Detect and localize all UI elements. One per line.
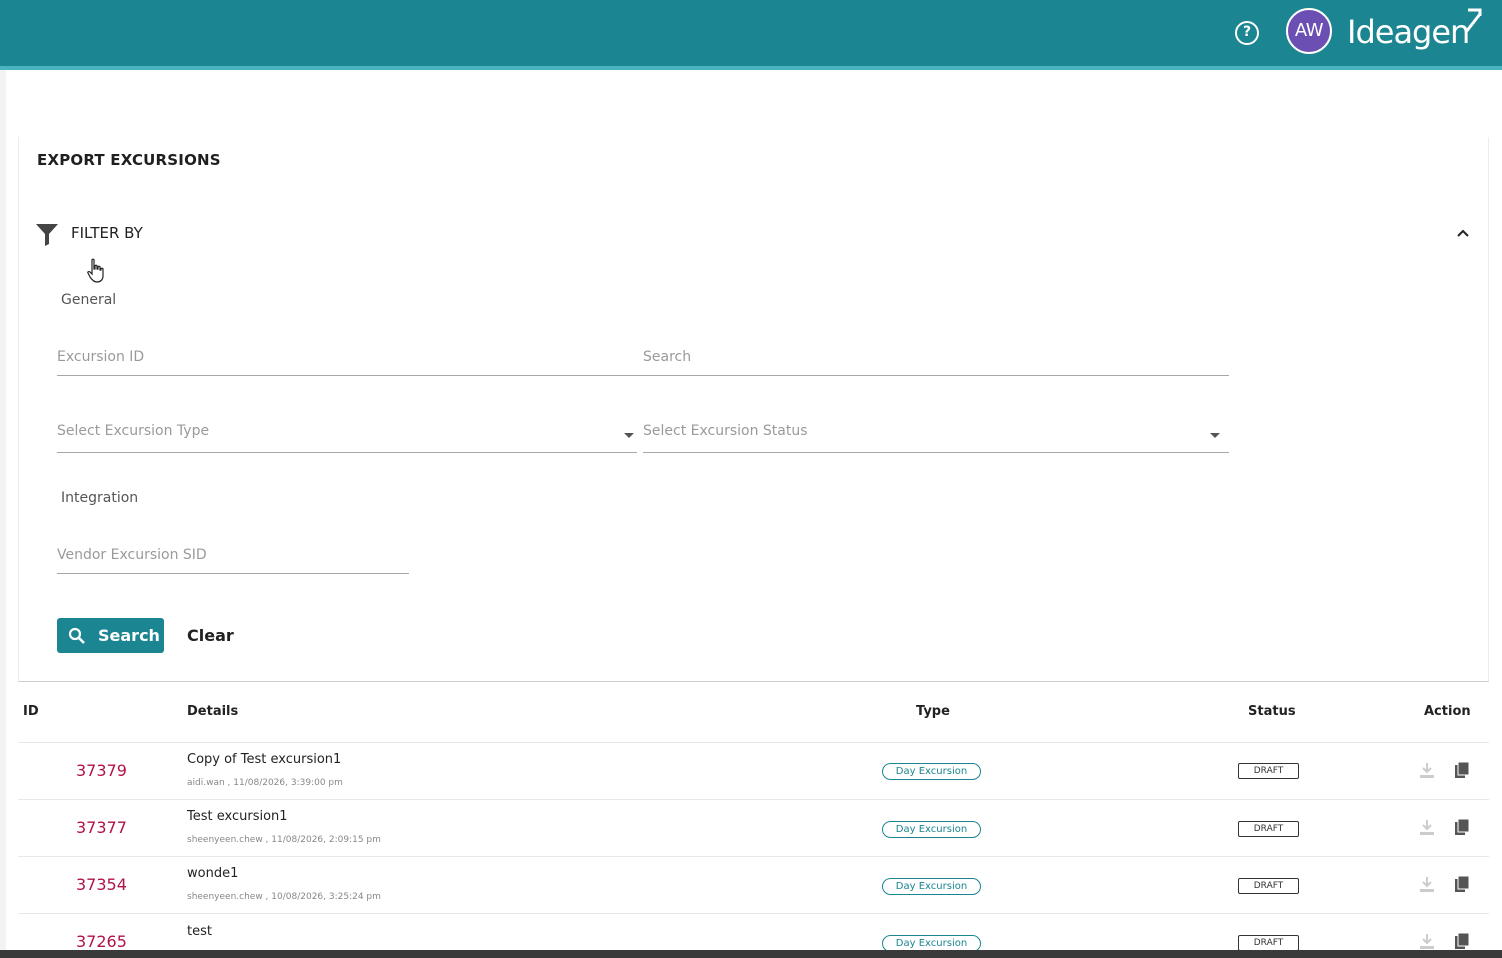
download-icon[interactable]: [1418, 818, 1436, 836]
status-badge: DRAFT: [1238, 763, 1299, 779]
pointer-cursor-icon: [87, 258, 104, 283]
column-header-id[interactable]: ID: [23, 704, 39, 719]
page-title: EXPORT EXCURSIONS: [37, 151, 221, 169]
top-bar: [0, 0, 1502, 66]
chevron-up-icon[interactable]: [1455, 227, 1471, 239]
filter-by-label[interactable]: FILTER BY: [71, 224, 143, 242]
excursion-id-placeholder: Excursion ID: [57, 349, 145, 365]
excursion-meta: aidi.wan , 11/08/2026, 3:39:00 pm: [187, 778, 343, 788]
copy-icon[interactable]: [1453, 761, 1471, 779]
general-section-label: General: [61, 292, 117, 308]
status-badge: DRAFT: [1238, 878, 1299, 894]
caret-down-icon: [624, 433, 634, 438]
search-button[interactable]: Search: [57, 618, 164, 653]
row-divider: [18, 799, 1489, 800]
table-divider: [18, 742, 1489, 743]
excursion-status-select[interactable]: Select Excursion Status: [643, 423, 1229, 453]
excursion-title: Copy of Test excursion1: [187, 752, 342, 767]
integration-section-label: Integration: [61, 490, 139, 506]
excursion-type-placeholder: Select Excursion Type: [57, 423, 210, 439]
excursion-title: wonde1: [187, 866, 239, 881]
user-avatar[interactable]: AW: [1286, 8, 1332, 54]
column-header-details[interactable]: Details: [187, 704, 238, 719]
help-icon[interactable]: ?: [1235, 21, 1259, 45]
row-divider: [18, 913, 1489, 914]
left-rail: [0, 70, 6, 958]
copy-icon[interactable]: [1453, 818, 1471, 836]
excursion-status-placeholder: Select Excursion Status: [643, 423, 808, 439]
download-icon[interactable]: [1418, 875, 1436, 893]
download-icon[interactable]: [1418, 761, 1436, 779]
excursion-id-link[interactable]: 37377: [76, 818, 127, 837]
excursion-id-field[interactable]: Excursion ID: [57, 349, 645, 376]
column-header-status[interactable]: Status: [1248, 704, 1296, 719]
excursion-id-link[interactable]: 37265: [76, 932, 127, 951]
excursion-title: test: [187, 924, 212, 939]
vendor-sid-placeholder: Vendor Excursion SID: [57, 547, 207, 563]
type-badge: Day Excursion: [882, 878, 981, 895]
filter-icon[interactable]: [35, 222, 59, 246]
type-badge: Day Excursion: [882, 821, 981, 838]
excursion-meta: sheenyeen.chew , 10/08/2026, 3:25:24 pm: [187, 892, 381, 902]
column-header-type[interactable]: Type: [916, 704, 950, 719]
clear-button[interactable]: Clear: [187, 626, 234, 645]
type-badge: Day Excursion: [882, 763, 981, 780]
brand-mark-icon: [1464, 8, 1482, 33]
search-input[interactable]: Search: [643, 349, 1229, 376]
brand-logo: Ideagen: [1347, 13, 1470, 51]
search-placeholder: Search: [643, 349, 692, 365]
search-button-label: Search: [98, 626, 160, 645]
excursion-meta: sheenyeen.chew , 11/08/2026, 2:09:15 pm: [187, 835, 381, 845]
excursion-type-select[interactable]: Select Excursion Type: [57, 423, 637, 453]
status-badge: DRAFT: [1238, 821, 1299, 837]
copy-icon[interactable]: [1453, 875, 1471, 893]
bottom-edge: [0, 950, 1502, 958]
column-header-action: Action: [1424, 704, 1471, 719]
caret-down-icon: [1210, 433, 1220, 438]
row-divider: [18, 856, 1489, 857]
excursion-title: Test excursion1: [187, 809, 288, 824]
download-icon[interactable]: [1418, 932, 1436, 950]
vendor-excursion-sid-field[interactable]: Vendor Excursion SID: [57, 547, 409, 574]
copy-icon[interactable]: [1453, 932, 1471, 950]
top-bar-accent: [0, 66, 1502, 70]
excursion-id-link[interactable]: 37379: [76, 761, 127, 780]
status-badge: DRAFT: [1238, 935, 1299, 951]
filter-card: [18, 137, 1489, 682]
search-icon: [68, 627, 85, 644]
excursion-id-link[interactable]: 37354: [76, 875, 127, 894]
